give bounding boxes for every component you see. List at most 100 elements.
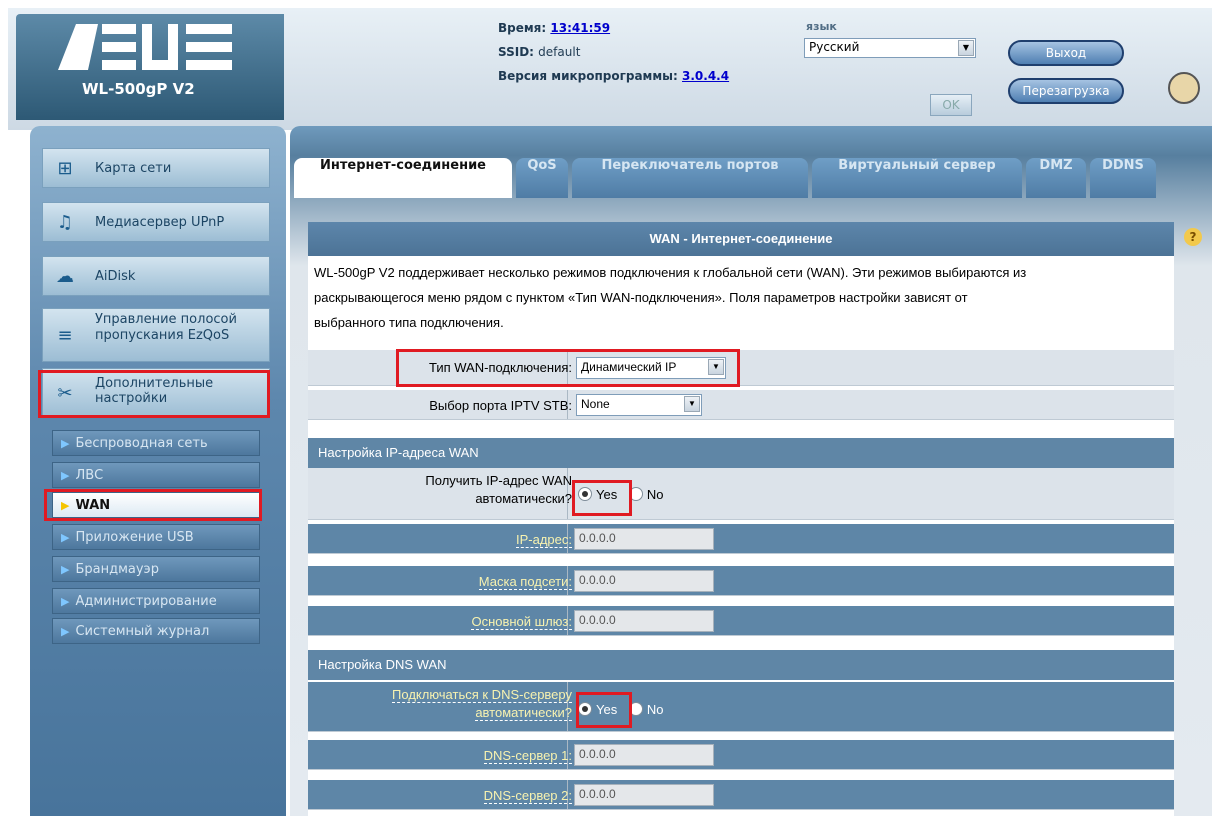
sidebar-item-label: AiDisk bbox=[95, 269, 136, 284]
asus-logo bbox=[58, 24, 232, 70]
subnet-mask-row: Маска подсети: 0.0.0.0 bbox=[308, 566, 1174, 596]
arrow-right-icon: ▶ bbox=[61, 625, 70, 638]
iptv-row: Выбор порта IPTV STB: None ▼ bbox=[308, 390, 1174, 420]
language-value: Русский bbox=[809, 40, 860, 54]
sidebar-subitem-label: ЛВС bbox=[75, 468, 104, 483]
time-link[interactable]: 13:41:59 bbox=[550, 21, 610, 35]
media-server-icon: ♫ bbox=[56, 212, 74, 233]
firmware-link[interactable]: 3.0.4.4 bbox=[682, 69, 729, 83]
dns2-field[interactable]: 0.0.0.0 bbox=[574, 784, 714, 806]
highlight-box bbox=[572, 480, 632, 516]
description-line: WL-500gP V2 поддерживает несколько режим… bbox=[314, 265, 1027, 280]
ezqos-icon: ≡ bbox=[57, 325, 73, 346]
dns-section-header: Настройка DNS WAN bbox=[308, 650, 1174, 680]
ok-button[interactable]: OK bbox=[930, 94, 972, 116]
sidebar-item-aidisk[interactable]: ☁ AiDisk bbox=[42, 256, 270, 296]
dns1-label: DNS-сервер 1: bbox=[483, 748, 572, 764]
system-info: Время: 13:41:59 SSID: default Версия мик… bbox=[498, 16, 729, 88]
subnet-mask-field[interactable]: 0.0.0.0 bbox=[574, 570, 714, 592]
arrow-right-icon: ▶ bbox=[61, 469, 70, 482]
iptv-value: None bbox=[581, 397, 610, 411]
ip-address-label: IP-адрес: bbox=[516, 532, 572, 548]
no-label: No bbox=[646, 702, 664, 717]
sidebar-subitem-firewall[interactable]: ▶ Брандмауэр bbox=[52, 556, 260, 582]
description-line: выбранного типа подключения. bbox=[314, 315, 504, 330]
sidebar-item-label: Управление полосой пропускания EzQoS bbox=[95, 312, 237, 343]
dns1-field[interactable]: 0.0.0.0 bbox=[574, 744, 714, 766]
sidebar-item-ezqos[interactable]: ≡ Управление полосой пропускания EzQoS bbox=[42, 308, 270, 362]
dns2-label-text: DNS-сервер 2: bbox=[483, 788, 572, 804]
sidebar-subitem-label: Системный журнал bbox=[75, 624, 210, 639]
mascot-icon bbox=[1168, 72, 1200, 104]
tab-qos[interactable]: QoS bbox=[516, 158, 568, 198]
logout-button[interactable]: Выход bbox=[1008, 40, 1124, 66]
dns-auto-label-line: Подключаться к DNS-серверу bbox=[392, 687, 572, 703]
model-name: WL-500gP V2 bbox=[82, 80, 195, 98]
help-icon[interactable]: ? bbox=[1184, 228, 1202, 246]
page-description: WL-500gP V2 поддерживает несколько режим… bbox=[314, 260, 1170, 335]
arrow-right-icon: ▶ bbox=[61, 563, 70, 576]
gateway-field[interactable]: 0.0.0.0 bbox=[574, 610, 714, 632]
auto-ip-label-line: Получить IP-адрес WAN bbox=[425, 473, 572, 488]
time-label: Время: bbox=[498, 21, 547, 35]
no-label: No bbox=[646, 487, 664, 502]
dns-auto-label-line: автоматически? bbox=[475, 705, 572, 721]
iptv-label: Выбор порта IPTV STB: bbox=[429, 398, 572, 413]
sidebar-subitem-administration[interactable]: ▶ Администрирование bbox=[52, 588, 260, 614]
firmware-label: Версия микропрограммы: bbox=[498, 69, 678, 83]
auto-ip-label-line: автоматически? bbox=[475, 491, 572, 506]
subnet-mask-label: Маска подсети: bbox=[478, 574, 572, 590]
dns2-label: DNS-сервер 2: bbox=[483, 788, 572, 804]
sidebar-subitem-label: Приложение USB bbox=[75, 530, 194, 545]
chevron-down-icon[interactable]: ▼ bbox=[958, 40, 974, 56]
dns1-row: DNS-сервер 1: 0.0.0.0 bbox=[308, 740, 1174, 770]
dns-auto-label: Подключаться к DNS-серверу автоматически… bbox=[392, 686, 572, 722]
sidebar-item-upnp-media-server[interactable]: ♫ Медиасервер UPnP bbox=[42, 202, 270, 242]
highlight-box bbox=[44, 489, 262, 521]
ip-address-label-text: IP-адрес: bbox=[516, 532, 572, 548]
subnet-mask-label-text: Маска подсети: bbox=[478, 574, 572, 590]
ip-address-row: IP-адрес: 0.0.0.0 bbox=[308, 524, 1174, 554]
tab-virtual-server[interactable]: Виртуальный сервер bbox=[812, 158, 1022, 198]
sidebar-subitem-system-log[interactable]: ▶ Системный журнал bbox=[52, 618, 260, 644]
tab-internet-connection[interactable]: Интернет-соединение bbox=[294, 158, 512, 198]
iptv-select[interactable]: None ▼ bbox=[576, 394, 702, 416]
sidebar-item-network-map[interactable]: ⊞ Карта сети bbox=[42, 148, 270, 188]
auto-ip-row: Получить IP-адрес WAN автоматически? Yes… bbox=[308, 468, 1174, 520]
highlight-box bbox=[38, 370, 270, 418]
tab-ddns[interactable]: DDNS bbox=[1090, 158, 1156, 198]
sidebar-subitem-usb-app[interactable]: ▶ Приложение USB bbox=[52, 524, 260, 550]
highlight-box bbox=[396, 349, 740, 387]
gateway-label: Основной шлюз: bbox=[471, 614, 572, 630]
sidebar-subitem-label: Администрирование bbox=[75, 594, 217, 609]
dns-auto-row: Подключаться к DNS-серверу автоматически… bbox=[308, 682, 1174, 732]
arrow-right-icon: ▶ bbox=[61, 437, 70, 450]
sidebar-item-label: Карта сети bbox=[95, 161, 172, 176]
sidebar-subitem-lan[interactable]: ▶ ЛВС bbox=[52, 462, 260, 488]
network-map-icon: ⊞ bbox=[57, 158, 73, 179]
ssid-label: SSID: bbox=[498, 45, 534, 59]
auto-ip-label: Получить IP-адрес WAN автоматически? bbox=[425, 472, 572, 508]
sidebar-subitem-label: Беспроводная сеть bbox=[75, 436, 208, 451]
gateway-label-text: Основной шлюз: bbox=[471, 614, 572, 630]
sidebar-subitem-wireless[interactable]: ▶ Беспроводная сеть bbox=[52, 430, 260, 456]
highlight-box bbox=[576, 692, 632, 728]
sidebar-item-label: Медиасервер UPnP bbox=[95, 215, 225, 230]
arrow-right-icon: ▶ bbox=[61, 531, 70, 544]
arrow-right-icon: ▶ bbox=[61, 595, 70, 608]
dns2-row: DNS-сервер 2: 0.0.0.0 bbox=[308, 780, 1174, 810]
sidebar-subitem-label: Брандмауэр bbox=[75, 562, 159, 577]
gateway-row: Основной шлюз: 0.0.0.0 bbox=[308, 606, 1174, 636]
language-select[interactable]: Русский ▼ bbox=[804, 38, 976, 58]
aidisk-icon: ☁ bbox=[56, 266, 74, 287]
ip-section-header: Настройка IP-адреса WAN bbox=[308, 438, 1174, 468]
tab-dmz[interactable]: DMZ bbox=[1026, 158, 1086, 198]
ip-address-field[interactable]: 0.0.0.0 bbox=[574, 528, 714, 550]
ssid-value: default bbox=[538, 45, 581, 59]
description-line: раскрывающегося меню рядом с пунктом «Ти… bbox=[314, 290, 968, 305]
tab-port-switch[interactable]: Переключатель портов bbox=[572, 158, 808, 198]
dns1-label-text: DNS-сервер 1: bbox=[483, 748, 572, 764]
language-label: язык bbox=[806, 20, 837, 33]
reboot-button[interactable]: Перезагрузка bbox=[1008, 78, 1124, 104]
chevron-down-icon[interactable]: ▼ bbox=[684, 396, 700, 412]
